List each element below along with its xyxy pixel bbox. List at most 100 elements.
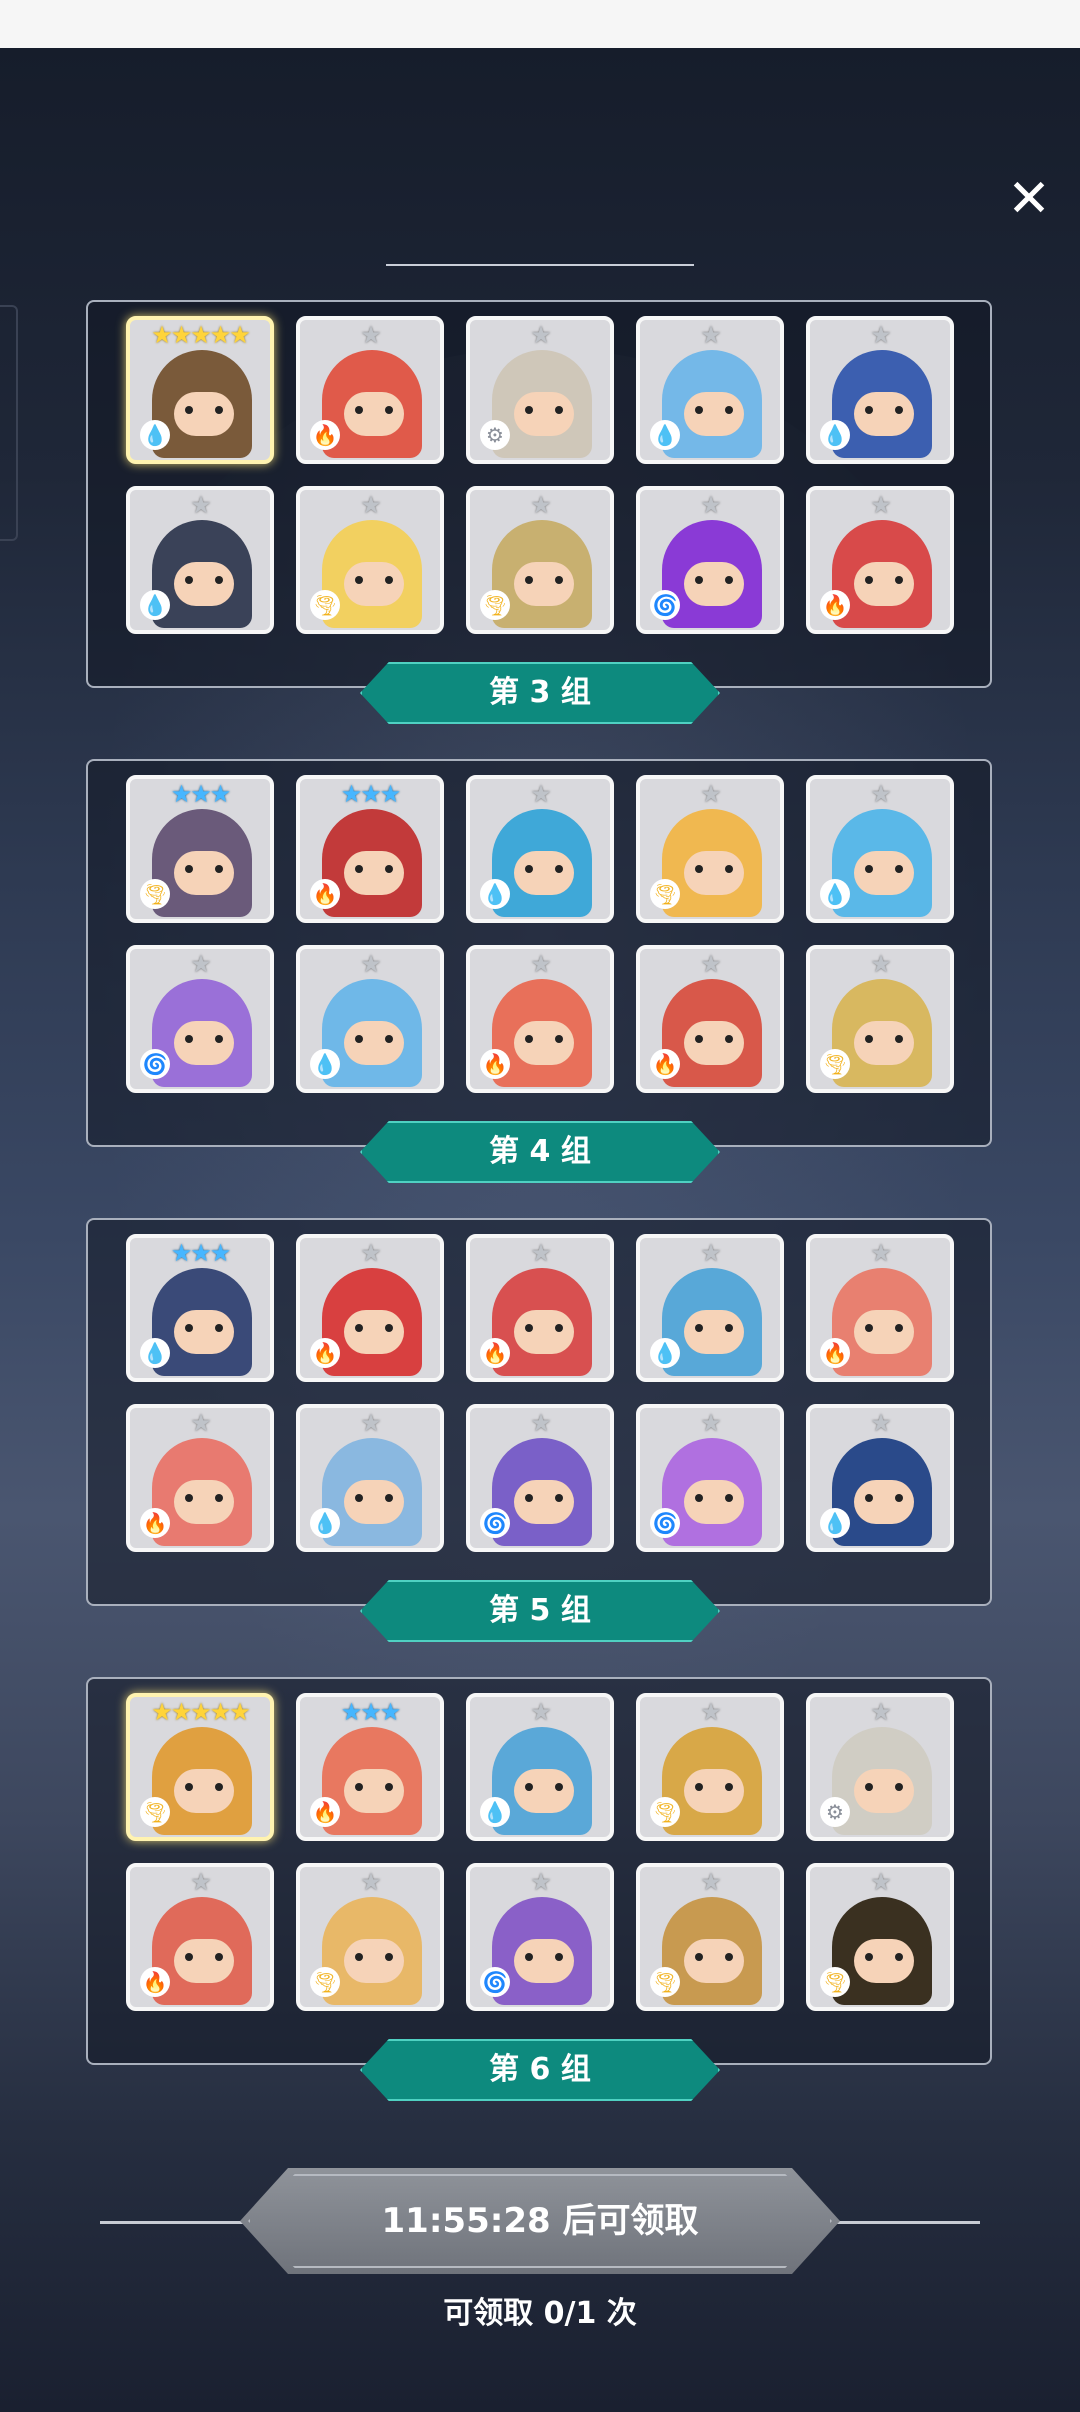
hero-eyes xyxy=(525,1494,563,1502)
hero-card[interactable]: ★ 💧 xyxy=(806,1404,954,1552)
star-rating: ★ xyxy=(700,1868,722,1896)
hero-card[interactable]: ★ 🌀 xyxy=(636,486,784,634)
hero-eyes xyxy=(695,576,733,584)
hero-grid: ★★★ 💧 ★ 🔥 ★ 🔥 ★ 💧 ★ 🔥 ★ 🔥 ★ 💧 ★ 🌀 ★ 🌀 ★ 💧 xyxy=(126,1234,954,1552)
wind-element-icon: 🌪 xyxy=(650,1797,680,1827)
hero-card[interactable]: ★ 🌪 xyxy=(296,1863,444,2011)
fire-element-icon: 🔥 xyxy=(650,1049,680,1079)
hero-face xyxy=(854,1939,914,1983)
wind-element-icon: 🌪 xyxy=(140,1797,170,1827)
hero-card[interactable]: ★★★★★ 🌪 xyxy=(126,1693,274,1841)
hero-card[interactable]: ★ 🔥 xyxy=(126,1404,274,1552)
water-element-icon: 💧 xyxy=(820,879,850,909)
claim-divider-left xyxy=(100,2221,245,2224)
water-element-icon: 💧 xyxy=(310,1049,340,1079)
water-element-icon: 💧 xyxy=(140,590,170,620)
hero-card[interactable]: ★ 🔥 xyxy=(806,1234,954,1382)
hero-card[interactable]: ★ 💧 xyxy=(126,486,274,634)
hero-card[interactable]: ★★★★★ 💧 xyxy=(126,316,274,464)
hero-face xyxy=(344,562,404,606)
water-element-icon: 💧 xyxy=(820,1508,850,1538)
hero-eyes xyxy=(525,406,563,414)
hero-face xyxy=(344,1769,404,1813)
hero-card[interactable]: ★ 🌪 xyxy=(636,1863,784,2011)
hero-card[interactable]: ★ 💧 xyxy=(636,316,784,464)
group-label-banner: 第 6 组 xyxy=(360,2039,720,2101)
fire-element-icon: 🔥 xyxy=(310,1338,340,1368)
hero-card[interactable]: ★ 💧 xyxy=(806,316,954,464)
hero-card[interactable]: ★ 🌪 xyxy=(636,1693,784,1841)
hero-eyes xyxy=(865,576,903,584)
hero-card[interactable]: ★ 💧 xyxy=(466,775,614,923)
hero-eyes xyxy=(695,1953,733,1961)
star-rating: ★ xyxy=(700,1409,722,1437)
hero-card[interactable]: ★ 🌀 xyxy=(466,1863,614,2011)
claim-divider-right xyxy=(835,2221,980,2224)
hero-card[interactable]: ★ 🌀 xyxy=(466,1404,614,1552)
hero-eyes xyxy=(695,1324,733,1332)
wind-element-icon: 🌪 xyxy=(480,590,510,620)
hero-face xyxy=(174,1310,234,1354)
star-rating: ★ xyxy=(700,1698,722,1726)
hero-card[interactable]: ★ 💧 xyxy=(466,1693,614,1841)
hero-card[interactable]: ★ 🌪 xyxy=(806,945,954,1093)
hero-card[interactable]: ★ 💧 xyxy=(296,945,444,1093)
hero-face xyxy=(174,1769,234,1813)
hero-card[interactable]: ★ 🔥 xyxy=(806,486,954,634)
hero-eyes xyxy=(865,406,903,414)
hero-card[interactable]: ★ 💧 xyxy=(636,1234,784,1382)
hero-card[interactable]: ★ 🌪 xyxy=(636,775,784,923)
hero-card[interactable]: ★ 🔥 xyxy=(466,945,614,1093)
hero-card[interactable]: ★ ⚙ xyxy=(806,1693,954,1841)
water-element-icon: 💧 xyxy=(140,420,170,450)
hero-card[interactable]: ★★★ 💧 xyxy=(126,1234,274,1382)
hero-eyes xyxy=(695,1494,733,1502)
hero-card[interactable]: ★ 🔥 xyxy=(126,1863,274,2011)
claim-button[interactable]: 11:55:28 后可领取 xyxy=(240,2168,840,2274)
hero-card[interactable]: ★ 🔥 xyxy=(636,945,784,1093)
hero-card[interactable]: ★ 💧 xyxy=(806,775,954,923)
hero-card[interactable]: ★★★ 🔥 xyxy=(296,1693,444,1841)
hero-face xyxy=(344,1310,404,1354)
hero-card[interactable]: ★ 🔥 xyxy=(296,1234,444,1382)
star-rating: ★ xyxy=(700,780,722,808)
fire-element-icon: 🔥 xyxy=(820,1338,850,1368)
hero-eyes xyxy=(525,1035,563,1043)
hero-eyes xyxy=(865,1953,903,1961)
hero-card[interactable]: ★ 🌀 xyxy=(636,1404,784,1552)
hero-card[interactable]: ★ 🔥 xyxy=(466,1234,614,1382)
hero-face xyxy=(174,392,234,436)
hero-eyes xyxy=(355,406,393,414)
star-rating: ★ xyxy=(360,950,382,978)
hero-group: ★★★★★ 💧 ★ 🔥 ★ ⚙ ★ 💧 ★ 💧 ★ 💧 ★ 🌪 ★ 🌪 ★ 🌀 ★ 🔥 xyxy=(86,300,992,688)
hero-card[interactable]: ★ 🌪 xyxy=(296,486,444,634)
hero-card[interactable]: ★ 🌪 xyxy=(466,486,614,634)
hero-card[interactable]: ★★★ 🔥 xyxy=(296,775,444,923)
hero-face xyxy=(854,851,914,895)
star-rating: ★★★★★ xyxy=(151,1698,251,1726)
hero-card[interactable]: ★ ⚙ xyxy=(466,316,614,464)
star-rating: ★ xyxy=(190,1409,212,1437)
hero-face xyxy=(684,1310,744,1354)
hero-card[interactable]: ★ 💧 xyxy=(296,1404,444,1552)
star-rating: ★ xyxy=(360,491,382,519)
fire-element-icon: 🔥 xyxy=(310,879,340,909)
hero-face xyxy=(854,1480,914,1524)
water-element-icon: 💧 xyxy=(310,1508,340,1538)
hero-face xyxy=(514,1480,574,1524)
hero-eyes xyxy=(525,865,563,873)
star-rating: ★ xyxy=(530,491,552,519)
hero-eyes xyxy=(355,1953,393,1961)
hero-face xyxy=(514,851,574,895)
hero-card[interactable]: ★ 🌪 xyxy=(806,1863,954,2011)
hero-card[interactable]: ★ 🌀 xyxy=(126,945,274,1093)
water-element-icon: 💧 xyxy=(480,879,510,909)
hero-card[interactable]: ★★★ 🌪 xyxy=(126,775,274,923)
group-label-banner: 第 5 组 xyxy=(360,1580,720,1642)
hero-eyes xyxy=(865,1324,903,1332)
wind-element-icon: 🌪 xyxy=(310,1967,340,1997)
close-icon[interactable]: ✕ xyxy=(1002,172,1056,226)
hero-eyes xyxy=(185,1953,223,1961)
group-label-banner: 第 4 组 xyxy=(360,1121,720,1183)
hero-card[interactable]: ★ 🔥 xyxy=(296,316,444,464)
